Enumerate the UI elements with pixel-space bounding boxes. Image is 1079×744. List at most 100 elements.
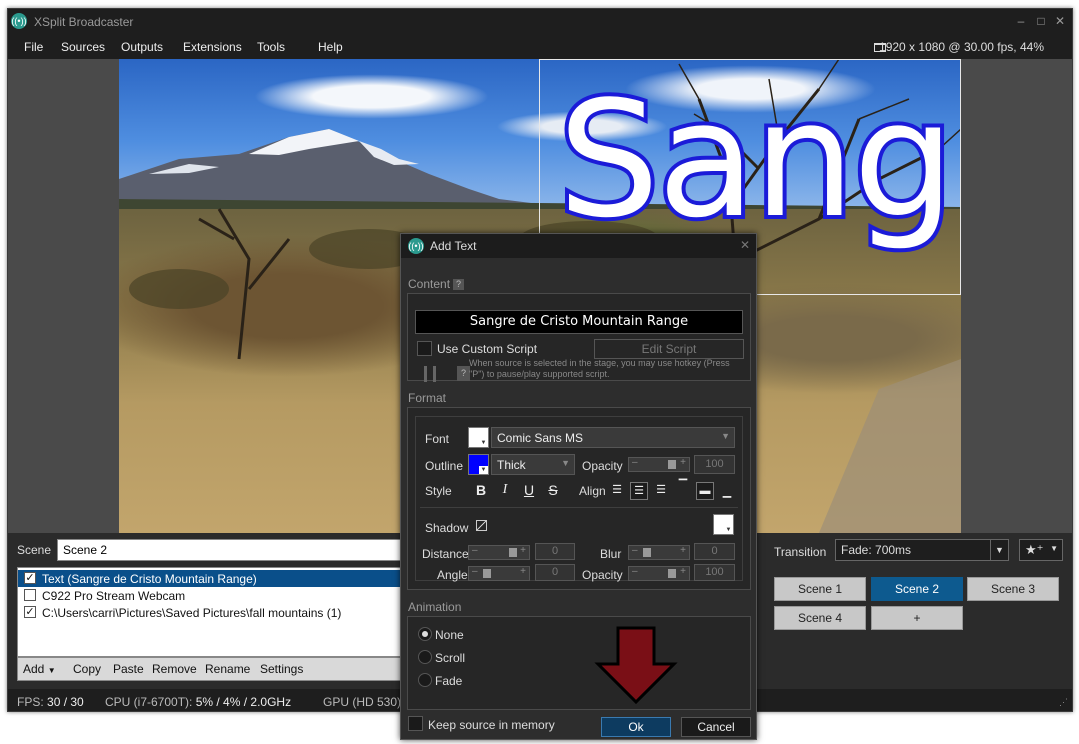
menu-sources[interactable]: Sources: [61, 40, 105, 54]
animation-scroll-radio[interactable]: [418, 650, 432, 664]
resize-grip-icon[interactable]: ⋰: [1059, 697, 1068, 708]
edit-script-button[interactable]: Edit Script: [594, 339, 744, 359]
resolution-info[interactable]: 1920 x 1080 @ 30.00 fps, 44%: [879, 40, 1044, 54]
remove-button[interactable]: Remove: [152, 662, 197, 676]
cpu-status: CPU (i7-6700T): 5% / 4% / 2.0GHz: [105, 695, 292, 709]
ok-button[interactable]: Ok: [601, 717, 671, 737]
slider-thumb[interactable]: [483, 569, 491, 578]
add-scene-button[interactable]: +: [871, 606, 963, 630]
shadow-label: Shadow: [425, 521, 469, 535]
align-right-icon[interactable]: ☰: [652, 482, 670, 500]
chevron-down-icon: ▼: [479, 466, 488, 474]
source-row[interactable]: ✓ C:\Users\carri\Pictures\Saved Pictures…: [18, 604, 408, 621]
menu-tools[interactable]: Tools: [257, 40, 285, 54]
opacity-label: Opacity: [582, 459, 623, 473]
slider-thumb[interactable]: [643, 548, 651, 557]
title-bar: ((•)) XSplit Broadcaster – □ ✕: [8, 9, 1072, 35]
chevron-down-icon[interactable]: ▼: [1050, 544, 1058, 553]
add-source-button[interactable]: Add ▼: [23, 662, 56, 676]
font-color-swatch[interactable]: ▼: [468, 427, 489, 448]
dialog-title: Add Text: [430, 239, 477, 253]
menu-extensions[interactable]: Extensions: [183, 40, 242, 54]
valign-bottom-icon[interactable]: ▁: [718, 484, 736, 502]
underline-button[interactable]: U: [520, 481, 538, 499]
slider-thumb[interactable]: [668, 460, 676, 469]
align-left-icon[interactable]: ☰: [608, 482, 626, 500]
format-inner-panel: Font ▼ Comic Sans MS ▼ Outline ▼ Thick ▼ O…: [415, 416, 743, 582]
source-label: C922 Pro Stream Webcam: [42, 589, 186, 603]
font-select[interactable]: Comic Sans MS ▼: [491, 427, 735, 448]
blur-value[interactable]: 0: [694, 543, 735, 560]
close-button[interactable]: ✕: [1051, 12, 1069, 30]
menu-outputs[interactable]: Outputs: [121, 40, 163, 54]
settings-button[interactable]: Settings: [260, 662, 303, 676]
fps-status: FPS: 30 / 30: [17, 695, 84, 709]
animation-scroll-label: Scroll: [435, 651, 466, 665]
dialog-close-icon[interactable]: ✕: [740, 238, 750, 252]
source-row[interactable]: ✓ Text (Sangre de Cristo Mountain Range): [18, 570, 408, 587]
distance-value[interactable]: 0: [535, 543, 575, 560]
help-icon[interactable]: ?: [453, 279, 465, 291]
scene-1-button[interactable]: Scene 1: [774, 577, 866, 601]
animation-none-radio[interactable]: [418, 627, 432, 641]
copy-button[interactable]: Copy: [73, 662, 101, 676]
source-checkbox[interactable]: ✓: [24, 606, 36, 618]
bold-button[interactable]: B: [472, 481, 490, 499]
outline-select[interactable]: Thick ▼: [491, 454, 575, 475]
text-content-input[interactable]: Sangre de Cristo Mountain Range: [415, 310, 743, 334]
shadow-toggle-icon[interactable]: [476, 520, 487, 531]
shadow-opacity-slider[interactable]: – +: [628, 566, 690, 581]
source-row[interactable]: C922 Pro Stream Webcam: [18, 587, 408, 604]
source-checkbox[interactable]: [24, 589, 36, 601]
font-label: Font: [425, 432, 450, 446]
animation-fade-label: Fade: [435, 674, 463, 688]
blur-label: Blur: [600, 547, 622, 561]
format-panel: Font ▼ Comic Sans MS ▼ Outline ▼ Thick ▼ O…: [407, 407, 751, 590]
cancel-button[interactable]: Cancel: [681, 717, 751, 737]
angle-value[interactable]: 0: [535, 564, 575, 581]
opacity-slider[interactable]: – +: [628, 457, 690, 472]
valign-middle-icon[interactable]: ▬: [696, 482, 714, 500]
animation-fade-radio[interactable]: [418, 673, 432, 687]
animation-section-title: Animation: [408, 600, 462, 614]
transition-select[interactable]: Fade: 700ms ▼: [835, 539, 1009, 561]
transition-favorites-button[interactable]: ★⁺ ▼: [1019, 539, 1063, 561]
window-title: XSplit Broadcaster: [34, 15, 134, 29]
use-custom-script-checkbox[interactable]: [417, 341, 432, 356]
maximize-button[interactable]: □: [1032, 12, 1050, 30]
minimize-button[interactable]: –: [1012, 12, 1030, 30]
strikethrough-button[interactable]: S: [544, 481, 562, 499]
scene-name-input[interactable]: Scene 2: [57, 539, 407, 561]
outline-color-swatch[interactable]: ▼: [468, 454, 489, 475]
source-checkbox[interactable]: ✓: [24, 572, 36, 584]
shadow-color-swatch[interactable]: ▼: [713, 514, 734, 535]
opacity-value[interactable]: 100: [694, 455, 735, 474]
rename-button[interactable]: Rename: [205, 662, 250, 676]
slider-thumb[interactable]: [668, 569, 676, 578]
source-list[interactable]: ✓ Text (Sangre de Cristo Mountain Range)…: [17, 567, 409, 657]
paste-button[interactable]: Paste: [113, 662, 144, 676]
chevron-down-icon[interactable]: ▼: [990, 540, 1008, 560]
italic-button[interactable]: I: [496, 481, 514, 499]
distance-slider[interactable]: – +: [468, 545, 530, 560]
menu-file[interactable]: File: [24, 40, 43, 54]
slider-thumb[interactable]: [509, 548, 517, 557]
blur-slider[interactable]: – +: [628, 545, 690, 560]
scene-4-button[interactable]: Scene 4: [774, 606, 866, 630]
angle-slider[interactable]: – +: [468, 566, 530, 581]
animation-panel: None Scroll Fade: [407, 616, 751, 710]
align-center-icon[interactable]: ☰: [630, 482, 648, 500]
shadow-opacity-label: Opacity: [582, 568, 623, 582]
keep-in-memory-checkbox[interactable]: [408, 716, 423, 731]
valign-top-icon[interactable]: ▔: [674, 478, 692, 496]
align-label: Align: [579, 484, 606, 498]
shadow-opacity-value[interactable]: 100: [694, 564, 735, 581]
chevron-down-icon: ▼: [47, 666, 56, 675]
pause-icon[interactable]: [424, 366, 436, 382]
scene-2-button[interactable]: Scene 2: [871, 577, 963, 601]
divider: [420, 507, 738, 508]
scene-3-button[interactable]: Scene 3: [967, 577, 1059, 601]
outline-label: Outline: [425, 459, 464, 473]
xsplit-logo-icon: ((•)): [11, 13, 27, 29]
menu-help[interactable]: Help: [318, 40, 343, 54]
